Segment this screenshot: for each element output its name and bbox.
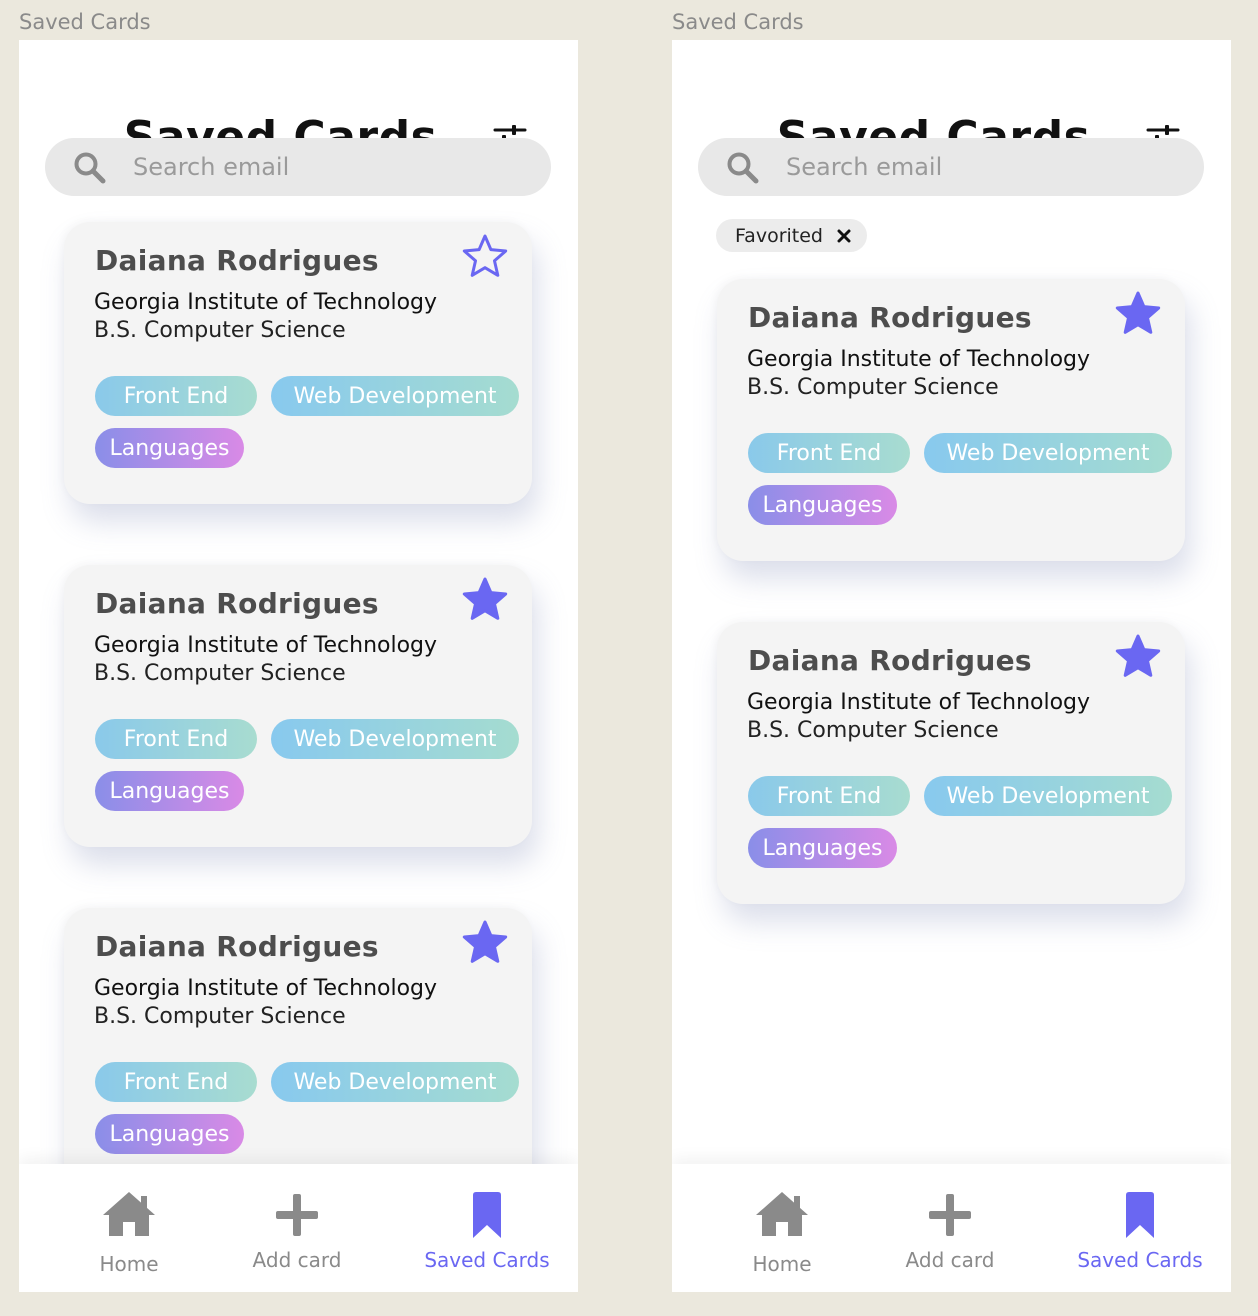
- search-bar: [698, 138, 1204, 196]
- saved-cards-filtered-screen: Saved Cards Favorited Daiana Rodrigues Ge…: [672, 40, 1231, 1292]
- tag-languages[interactable]: Languages: [95, 1114, 244, 1154]
- close-icon[interactable]: [837, 229, 851, 243]
- star-icon[interactable]: [462, 234, 508, 278]
- card-name: Daiana Rodrigues: [95, 587, 379, 620]
- search-input[interactable]: [133, 138, 523, 196]
- nav-home[interactable]: Home: [732, 1164, 832, 1292]
- tag-web-development[interactable]: Web Development: [271, 719, 519, 759]
- tag-web-development[interactable]: Web Development: [924, 776, 1172, 816]
- plus-icon: [276, 1194, 318, 1236]
- tag-web-development[interactable]: Web Development: [271, 376, 519, 416]
- tag-front-end[interactable]: Front End: [748, 776, 910, 816]
- nav-saved-label: Saved Cards: [424, 1248, 550, 1272]
- card-name: Daiana Rodrigues: [95, 930, 379, 963]
- card-school: Georgia Institute of Technology: [747, 347, 1091, 372]
- card-school: Georgia Institute of Technology: [747, 690, 1091, 715]
- card-school: Georgia Institute of Technology: [94, 976, 438, 1001]
- card-school: Georgia Institute of Technology: [94, 290, 438, 315]
- tag-front-end[interactable]: Front End: [748, 433, 910, 473]
- nav-home[interactable]: Home: [79, 1164, 179, 1292]
- nav-add-card[interactable]: Add card: [900, 1164, 1000, 1292]
- tag-front-end[interactable]: Front End: [95, 1062, 257, 1102]
- filter-chip-label: Favorited: [735, 224, 823, 247]
- nav-add-card[interactable]: Add card: [247, 1164, 347, 1292]
- saved-card[interactable]: Daiana Rodrigues Georgia Institute of Tec…: [64, 565, 532, 847]
- nav-home-label: Home: [752, 1252, 812, 1276]
- tag-web-development[interactable]: Web Development: [271, 1062, 519, 1102]
- nav-saved-label: Saved Cards: [1077, 1248, 1203, 1272]
- nav-add-label: Add card: [252, 1248, 342, 1272]
- tag-languages[interactable]: Languages: [95, 771, 244, 811]
- tag-front-end[interactable]: Front End: [95, 719, 257, 759]
- search-input[interactable]: [786, 138, 1176, 196]
- card-degree: B.S. Computer Science: [747, 375, 999, 400]
- star-icon[interactable]: [1115, 634, 1161, 678]
- nav-saved-cards[interactable]: Saved Cards: [419, 1164, 555, 1292]
- nav-saved-cards[interactable]: Saved Cards: [1072, 1164, 1208, 1292]
- tag-front-end[interactable]: Front End: [95, 376, 257, 416]
- star-icon[interactable]: [462, 920, 508, 964]
- tag-languages[interactable]: Languages: [748, 485, 897, 525]
- bottom-nav: Home Add card Saved Cards: [672, 1164, 1231, 1292]
- saved-card[interactable]: Daiana Rodrigues Georgia Institute of Tec…: [64, 908, 532, 1190]
- frame-label: Saved Cards: [672, 10, 804, 34]
- home-icon: [756, 1192, 808, 1236]
- card-name: Daiana Rodrigues: [95, 244, 379, 277]
- saved-cards-screen: Saved Cards Daiana Rodrigues Georgia Inst…: [19, 40, 578, 1292]
- star-icon[interactable]: [462, 577, 508, 621]
- card-school: Georgia Institute of Technology: [94, 633, 438, 658]
- search-bar: [45, 138, 551, 196]
- nav-add-label: Add card: [905, 1248, 995, 1272]
- card-degree: B.S. Computer Science: [94, 1004, 346, 1029]
- search-icon: [74, 152, 106, 184]
- card-name: Daiana Rodrigues: [748, 644, 1032, 677]
- saved-card[interactable]: Daiana Rodrigues Georgia Institute of Tec…: [717, 279, 1185, 561]
- nav-home-label: Home: [99, 1252, 159, 1276]
- saved-card[interactable]: Daiana Rodrigues Georgia Institute of Tec…: [64, 222, 532, 504]
- bookmark-icon: [473, 1192, 501, 1238]
- search-icon: [727, 152, 759, 184]
- star-icon[interactable]: [1115, 291, 1161, 335]
- frame-label: Saved Cards: [19, 10, 151, 34]
- saved-card[interactable]: Daiana Rodrigues Georgia Institute of Tec…: [717, 622, 1185, 904]
- tag-languages[interactable]: Languages: [95, 428, 244, 468]
- tag-languages[interactable]: Languages: [748, 828, 897, 868]
- bottom-nav: Home Add card Saved Cards: [19, 1164, 578, 1292]
- card-name: Daiana Rodrigues: [748, 301, 1032, 334]
- card-degree: B.S. Computer Science: [94, 661, 346, 686]
- tag-web-development[interactable]: Web Development: [924, 433, 1172, 473]
- card-degree: B.S. Computer Science: [94, 318, 346, 343]
- filter-chip-favorited[interactable]: Favorited: [716, 219, 867, 252]
- card-degree: B.S. Computer Science: [747, 718, 999, 743]
- bookmark-icon: [1126, 1192, 1154, 1238]
- plus-icon: [929, 1194, 971, 1236]
- home-icon: [103, 1192, 155, 1236]
